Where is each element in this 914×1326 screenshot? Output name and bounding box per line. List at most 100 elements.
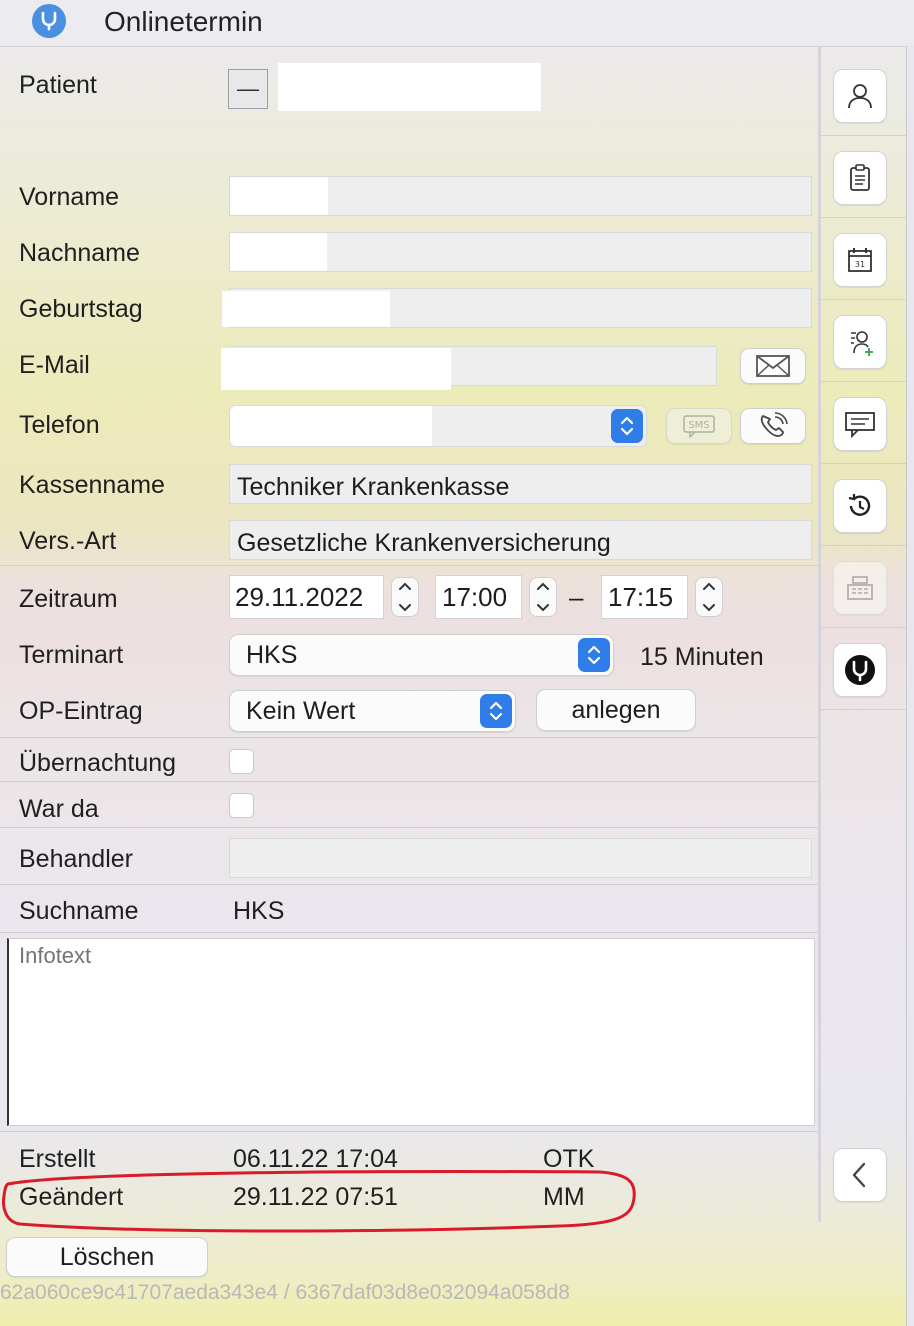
patient-button[interactable] xyxy=(833,69,887,123)
vorname-input[interactable] xyxy=(229,176,812,216)
history-icon xyxy=(848,494,871,516)
envelope-icon xyxy=(756,355,790,377)
chevron-up-icon[interactable] xyxy=(398,581,412,591)
cash-register-icon xyxy=(847,576,873,600)
uebernachtung-label: Übernachtung xyxy=(19,749,177,777)
stethoscope-icon xyxy=(845,655,875,685)
behandler-input[interactable] xyxy=(229,838,812,878)
telefon-select[interactable] xyxy=(229,405,647,447)
person-icon xyxy=(848,84,872,109)
record-ids: 62a060ce9c41707aeda343e4 / 6367daf03d8e0… xyxy=(0,1281,570,1304)
op-eintrag-value: Kein Wert xyxy=(246,696,356,725)
end-time-stepper[interactable] xyxy=(695,577,723,617)
behandler-label: Behandler xyxy=(19,845,133,873)
versart-label: Vers.-Art xyxy=(19,527,117,555)
phone-icon xyxy=(760,412,788,437)
suchname-label: Suchname xyxy=(19,897,139,925)
email-label: E-Mail xyxy=(19,351,90,379)
versart-input[interactable]: Gesetzliche Krankenversicherung xyxy=(229,520,812,560)
svg-text:SMS: SMS xyxy=(688,420,709,431)
op-eintrag-label: OP-Eintrag xyxy=(19,697,143,725)
clipboard-button[interactable] xyxy=(833,151,887,205)
end-time-input[interactable]: 17:15 xyxy=(601,575,688,619)
geburtstag-label: Geburtstag xyxy=(19,295,143,323)
war-da-label: War da xyxy=(19,795,99,823)
sidebar-separator xyxy=(821,381,907,382)
clipboard-icon xyxy=(850,164,870,191)
sidebar-divider xyxy=(818,46,821,1222)
email-value-mask xyxy=(221,348,451,390)
divider xyxy=(0,1131,818,1132)
sidebar-separator xyxy=(821,217,907,218)
collapse-patient-button[interactable]: — xyxy=(228,69,268,109)
stethoscope-icon xyxy=(32,4,66,38)
op-eintrag-dropdown-arrow[interactable] xyxy=(480,694,512,728)
chevron-up-icon[interactable] xyxy=(702,581,716,591)
date-stepper[interactable] xyxy=(391,577,419,617)
divider xyxy=(0,932,818,933)
cash-register-button[interactable] xyxy=(833,561,887,615)
svg-text:31: 31 xyxy=(855,260,865,269)
add-patient-button[interactable] xyxy=(833,315,887,369)
divider xyxy=(0,884,818,885)
sms-icon: SMS xyxy=(683,415,715,438)
patient-value xyxy=(278,63,541,111)
divider xyxy=(0,737,818,738)
chevron-updown-icon xyxy=(620,416,634,436)
history-button[interactable] xyxy=(833,479,887,533)
chevron-left-icon xyxy=(852,1162,866,1188)
divider xyxy=(0,565,818,566)
time-separator: – xyxy=(569,582,584,612)
suchname-value: HKS xyxy=(233,897,285,925)
send-email-button[interactable] xyxy=(740,348,806,384)
sidebar-separator xyxy=(821,627,907,628)
sidebar-separator xyxy=(821,545,907,546)
vorname-label: Vorname xyxy=(19,183,120,211)
telefon-dropdown-arrow[interactable] xyxy=(611,409,643,443)
highlight-ellipse xyxy=(2,1170,636,1233)
add-patient-icon xyxy=(851,331,873,356)
chevron-down-icon[interactable] xyxy=(536,603,550,613)
loeschen-button[interactable]: Löschen xyxy=(6,1237,208,1277)
date-input[interactable]: 29.11.2022 xyxy=(229,575,384,619)
chevron-updown-icon xyxy=(489,701,503,721)
sidebar-separator xyxy=(821,135,907,136)
message-button[interactable] xyxy=(833,397,887,451)
uebernachtung-checkbox[interactable] xyxy=(229,749,254,774)
terminart-select[interactable]: HKS xyxy=(229,634,614,676)
start-time-input[interactable]: 17:00 xyxy=(435,575,522,619)
call-button[interactable] xyxy=(740,408,806,444)
chevron-updown-icon xyxy=(587,645,601,665)
kassenname-label: Kassenname xyxy=(19,471,165,499)
nachname-label: Nachname xyxy=(19,239,140,267)
terminart-label: Terminart xyxy=(19,641,124,669)
divider xyxy=(0,781,818,782)
anlegen-button[interactable]: anlegen xyxy=(536,689,696,731)
war-da-checkbox[interactable] xyxy=(229,793,254,818)
sidebar-separator xyxy=(821,463,907,464)
kassenname-input[interactable]: Techniker Krankenkasse xyxy=(229,464,812,504)
minus-icon: — xyxy=(237,76,259,101)
right-panel-edge xyxy=(906,46,914,1326)
divider xyxy=(0,827,818,828)
chevron-down-icon[interactable] xyxy=(702,603,716,613)
send-sms-button[interactable]: SMS xyxy=(666,408,732,444)
message-icon xyxy=(845,412,875,438)
sidebar-separator xyxy=(821,709,907,710)
terminart-dropdown-arrow[interactable] xyxy=(578,638,610,672)
terminart-value: HKS xyxy=(246,640,298,669)
start-time-stepper[interactable] xyxy=(529,577,557,617)
online-appointment-button[interactable] xyxy=(833,643,887,697)
collapse-sidebar-button[interactable] xyxy=(833,1148,887,1202)
infotext-textarea[interactable] xyxy=(7,938,815,1126)
op-eintrag-select[interactable]: Kein Wert xyxy=(229,690,516,732)
telefon-label: Telefon xyxy=(19,411,100,439)
duration-label: 15 Minuten xyxy=(640,643,764,671)
zeitraum-label: Zeitraum xyxy=(19,585,118,613)
calendar-button[interactable]: 31 xyxy=(833,233,887,287)
chevron-down-icon[interactable] xyxy=(398,603,412,613)
geburtstag-value-mask xyxy=(222,291,390,327)
patient-label: Patient xyxy=(19,71,97,99)
nachname-input[interactable] xyxy=(229,232,812,272)
chevron-up-icon[interactable] xyxy=(536,581,550,591)
